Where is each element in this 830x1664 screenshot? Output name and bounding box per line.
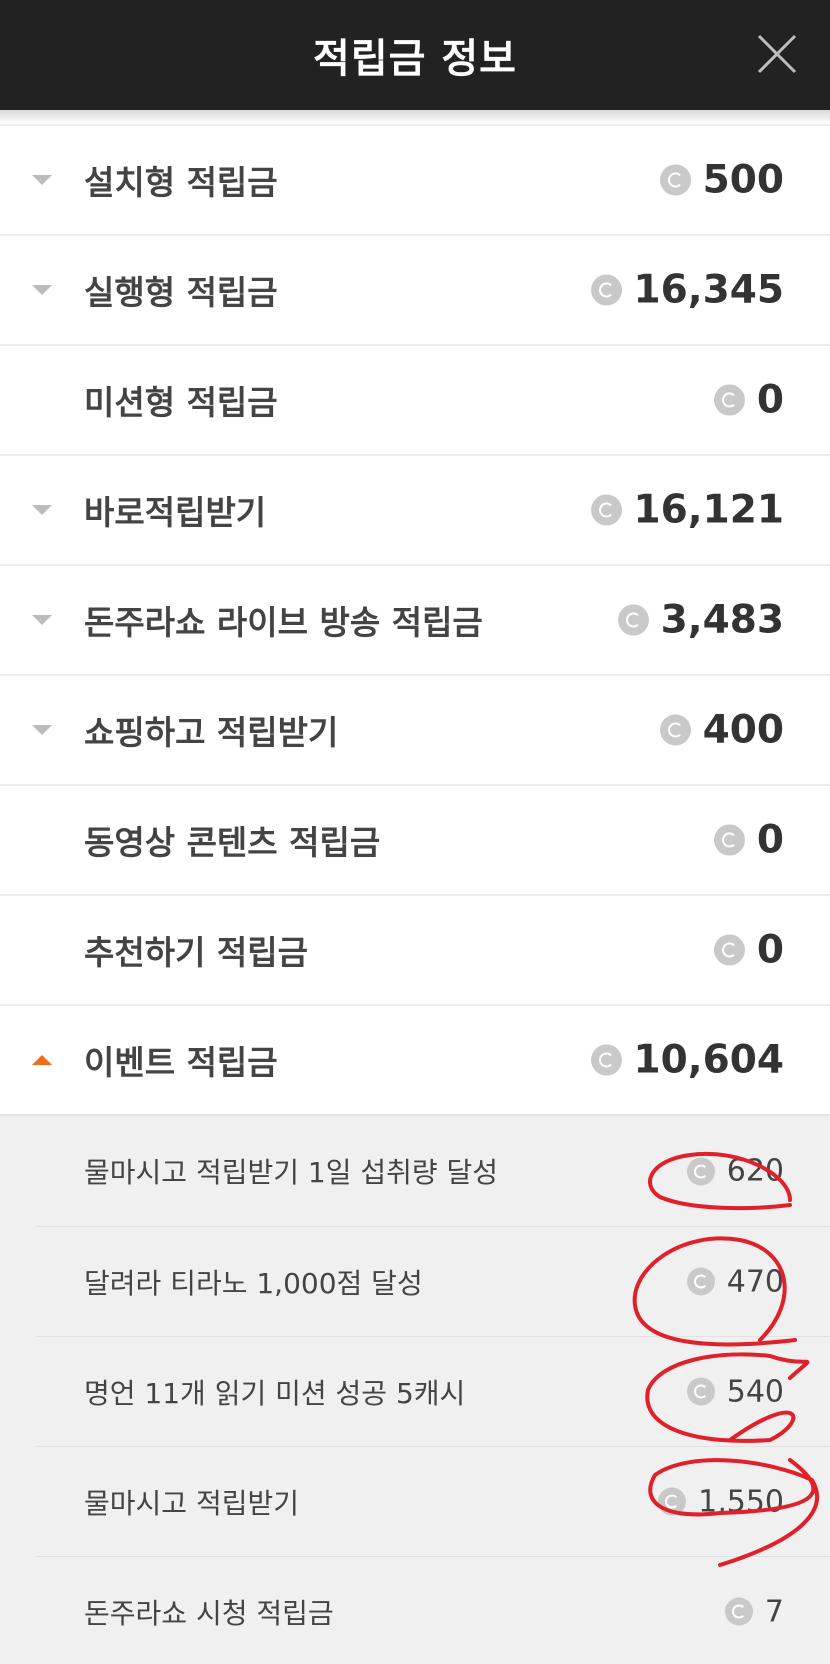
points-list: 설치형 적립금 500 실행형 적립금 16,345 미션형 적립금 0 바로적립받기 16,… [0,124,830,1664]
points-row-label: 설치형 적립금 [84,163,278,202]
event-item-value: 620 [726,1153,784,1189]
coin-icon [713,824,745,856]
points-row[interactable]: 돈주라쇼 라이브 방송 적립금 3,483 [0,564,830,674]
event-item-value: 1,550 [698,1484,784,1519]
header-bar: 적립금 정보 [0,0,830,110]
coin-icon [724,1597,753,1626]
points-row-label: 동영상 콘텐츠 적립금 [84,823,381,862]
points-value: 10,604 [633,1037,785,1083]
points-amount: 3,483 [617,597,784,643]
points-row-label: 돈주라쇼 라이브 방송 적립금 [84,603,483,642]
points-value: 16,121 [633,487,785,533]
event-item-label: 물마시고 적립받기 1일 섭취량 달성 [84,1156,499,1189]
event-points-item: 명언 11개 읽기 미션 성공 5캐시 540 [36,1336,830,1446]
coin-icon [590,494,622,526]
event-points-item: 돈주라쇼 시청 적립금 7 [36,1556,830,1664]
points-row-label: 쇼핑하고 적립받기 [84,713,339,752]
coin-icon [713,934,745,966]
chevron-down-icon[interactable] [30,283,54,297]
points-row: 미션형 적립금 0 [0,344,830,454]
event-item-amount: 1,550 [658,1484,784,1519]
points-amount: 16,345 [590,267,785,313]
points-amount: 0 [713,817,784,863]
coin-icon [617,604,649,636]
points-amount: 10,604 [590,1037,785,1083]
event-item-value: 7 [764,1594,784,1629]
event-item-label: 돈주라쇼 시청 적립금 [84,1596,334,1630]
points-row-label: 이벤트 적립금 [84,1043,278,1082]
chevron-down-icon[interactable] [30,613,54,627]
event-item-amount: 540 [686,1374,784,1409]
points-value: 400 [702,707,784,753]
coin-icon [713,384,745,416]
coin-icon [686,1157,715,1185]
points-row[interactable]: 바로적립받기 16,121 [0,454,830,564]
points-amount: 400 [659,707,784,753]
event-item-amount: 620 [686,1153,784,1189]
event-item-amount: 470 [686,1264,784,1299]
coin-icon [590,274,622,306]
event-points-item: 물마시고 적립받기 1일 섭취량 달성 620 [36,1116,830,1226]
chevron-down-icon[interactable] [30,503,54,517]
page-title: 적립금 정보 [313,36,517,82]
coin-icon [590,1044,622,1076]
event-item-value: 540 [726,1374,784,1409]
chevron-down-icon[interactable] [30,723,54,737]
points-amount: 0 [713,927,784,973]
points-row: 추천하기 적립금 0 [0,894,830,1004]
points-row-label: 미션형 적립금 [84,383,278,422]
points-value: 0 [756,377,784,423]
points-value: 500 [702,157,784,203]
points-row[interactable]: 쇼핑하고 적립받기 400 [0,674,830,784]
points-value: 0 [756,927,784,973]
points-value: 0 [756,817,784,863]
coin-icon [659,714,691,746]
points-value: 3,483 [660,597,784,643]
points-row[interactable]: 실행형 적립금 16,345 [0,234,830,344]
event-item-label: 달려라 티라노 1,000점 달성 [84,1266,423,1300]
coin-icon [686,1377,715,1406]
event-item-value: 470 [726,1264,784,1299]
close-icon[interactable] [756,33,798,75]
points-row-label: 추천하기 적립금 [84,933,309,972]
points-amount: 500 [659,157,784,203]
chevron-down-icon[interactable] [30,173,54,187]
coin-icon [686,1267,715,1296]
points-row: 동영상 콘텐츠 적립금 0 [0,784,830,894]
event-points-item: 물마시고 적립받기 1,550 [36,1446,830,1556]
event-points-detail: 물마시고 적립받기 1일 섭취량 달성 620 달려라 티라노 1,000점 달성 4… [0,1114,830,1664]
coin-icon [659,164,691,196]
points-row[interactable]: 설치형 적립금 500 [0,124,830,234]
event-item-amount: 7 [724,1594,784,1629]
points-value: 16,345 [633,267,785,313]
event-item-label: 명언 11개 읽기 미션 성공 5캐시 [84,1376,466,1410]
points-row[interactable]: 이벤트 적립금 10,604 [0,1004,830,1114]
header-shadow [0,110,830,124]
points-amount: 16,121 [590,487,785,533]
event-item-label: 물마시고 적립받기 [84,1486,299,1520]
points-amount: 0 [713,377,784,423]
points-row-label: 바로적립받기 [84,493,267,532]
coin-icon [658,1487,687,1516]
points-row-label: 실행형 적립금 [84,273,278,312]
event-points-item: 달려라 티라노 1,000점 달성 470 [36,1226,830,1336]
chevron-up-icon[interactable] [30,1053,54,1067]
